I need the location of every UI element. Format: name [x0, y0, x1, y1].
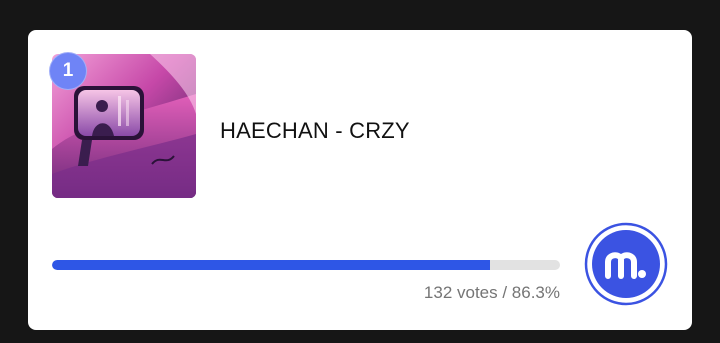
vote-entry-card: 1 HAECHAN - CRZY 132 votes / 86.3% — [28, 30, 692, 330]
vote-stats: 132 votes / 86.3% — [423, 283, 560, 302]
vote-progress-bar — [52, 260, 560, 270]
m-logo-icon — [584, 222, 668, 306]
vote-button[interactable] — [584, 222, 668, 306]
vote-progress-fill — [52, 260, 491, 270]
rank-badge: 1 — [49, 52, 87, 90]
song-title: HAECHAN - CRZY — [220, 118, 410, 143]
